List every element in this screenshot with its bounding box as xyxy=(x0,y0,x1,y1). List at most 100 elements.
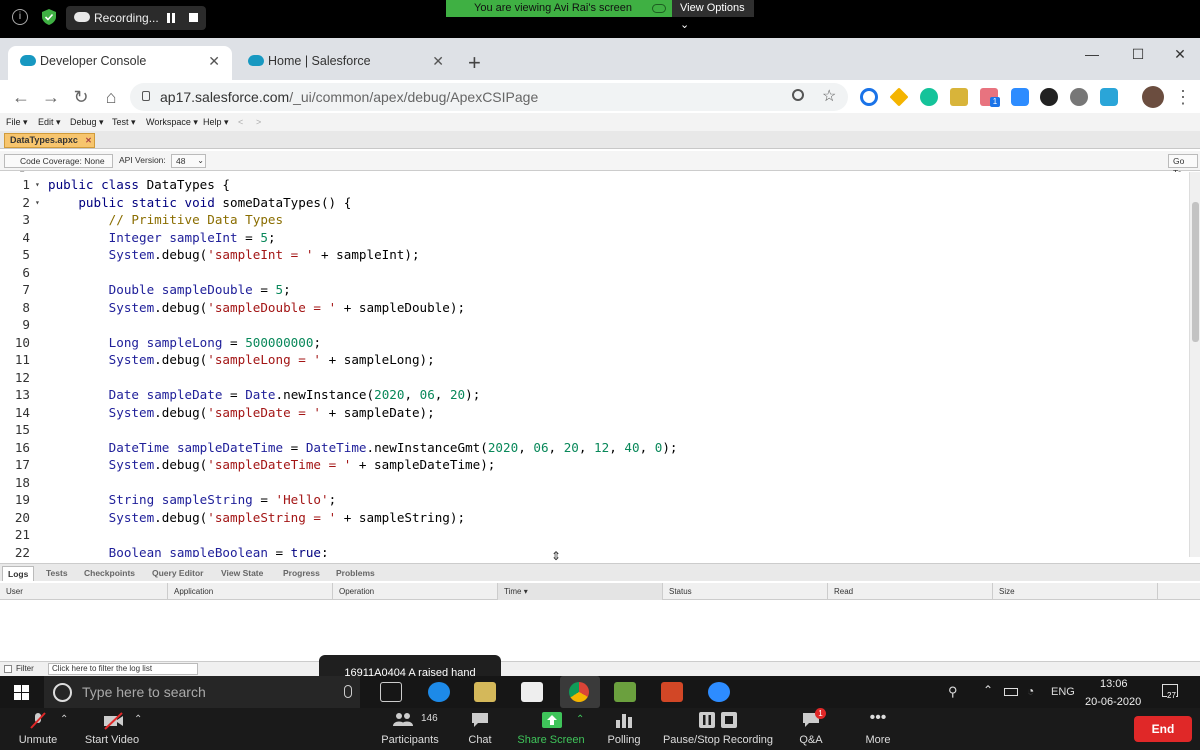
code-line[interactable]: 21 xyxy=(0,526,1180,544)
grammarly-icon[interactable] xyxy=(920,88,938,106)
share-options-chevron-icon[interactable]: ⌃ xyxy=(576,714,584,725)
edge-icon[interactable] xyxy=(428,682,450,702)
video-options-chevron-icon[interactable]: ⌃ xyxy=(134,714,142,725)
code-line[interactable]: 16 DateTime sampleDateTime = DateTime.ne… xyxy=(0,439,1180,457)
code-line[interactable]: 11 System.debug('sampleLong = ' + sample… xyxy=(0,351,1180,369)
api-version-select[interactable]: 48 ⌄ xyxy=(171,154,206,168)
powerpoint-icon[interactable] xyxy=(661,682,683,702)
code-line[interactable]: 19 String sampleString = 'Hello'; xyxy=(0,491,1180,509)
windows-start-icon[interactable] xyxy=(14,685,29,700)
code-line[interactable]: 4 Integer sampleInt = 5; xyxy=(0,229,1180,247)
menu-file[interactable]: File ▾ xyxy=(6,117,28,128)
address-bar[interactable]: ap17.salesforce.com/_ui/common/apex/debu… xyxy=(130,83,848,111)
notepad-icon[interactable] xyxy=(614,682,636,702)
code-line[interactable]: 22 Boolean sampleBoolean = true; xyxy=(0,544,1180,558)
filter-input[interactable]: Click here to filter the log list xyxy=(48,663,198,675)
menu-debug[interactable]: Debug ▾ xyxy=(70,117,104,128)
editor-scrollbar[interactable] xyxy=(1189,172,1200,557)
code-line[interactable]: 8 System.debug('sampleDouble = ' + sampl… xyxy=(0,299,1180,317)
fold-arrow-icon[interactable]: ▾ xyxy=(35,194,40,212)
back-icon[interactable]: ← xyxy=(10,86,32,108)
column-operation[interactable]: Operation xyxy=(333,583,498,600)
kebab-menu-icon[interactable]: ⋮ xyxy=(1172,86,1194,108)
column-application[interactable]: Application xyxy=(168,583,333,600)
extension-t-icon[interactable] xyxy=(1040,88,1058,106)
code-line[interactable]: 5 System.debug('sampleInt = ' + sampleIn… xyxy=(0,246,1180,264)
scroll-thumb[interactable] xyxy=(1192,202,1199,342)
code-line[interactable]: 7 Double sampleDouble = 5; xyxy=(0,281,1180,299)
clock-date[interactable]: 20-06-2020 xyxy=(1085,696,1141,708)
code-line[interactable]: 10 Long sampleLong = 500000000; xyxy=(0,334,1180,352)
column-read[interactable]: Read xyxy=(828,583,993,600)
file-explorer-icon[interactable] xyxy=(474,682,496,702)
code-line[interactable]: 13 Date sampleDate = Date.newInstance(20… xyxy=(0,386,1180,404)
pause-recording-icon[interactable] xyxy=(167,13,175,23)
code-line[interactable]: 20 System.debug('sampleString = ' + samp… xyxy=(0,509,1180,527)
chrome-taskbar-button[interactable] xyxy=(560,676,600,708)
code-line[interactable]: 3 // Primitive Data Types xyxy=(0,211,1180,229)
clock-time[interactable]: 13:06 xyxy=(1100,678,1128,690)
people-icon[interactable]: ⚲ xyxy=(948,684,958,700)
column-size[interactable]: Size xyxy=(993,583,1158,600)
google-drive-icon[interactable] xyxy=(889,87,909,107)
code-line[interactable]: 1 ▾ public class DataTypes { xyxy=(0,176,1180,194)
unmute-button[interactable]: Unmute xyxy=(12,708,64,750)
go-to-button[interactable]: Go To xyxy=(1168,154,1198,178)
notification-center-icon[interactable]: 27 xyxy=(1162,684,1178,700)
code-line[interactable]: 2 ▾ public static void someDataTypes() { xyxy=(0,194,1180,212)
tab-developer-console[interactable]: Developer Console ✕ xyxy=(8,46,232,84)
menu-edit[interactable]: Edit ▾ xyxy=(38,117,61,128)
home-icon[interactable]: ⌂ xyxy=(100,86,122,108)
nav-forward-button[interactable]: > xyxy=(256,117,261,127)
filter-checkbox[interactable] xyxy=(4,665,12,673)
tab-home-salesforce[interactable]: Home | Salesforce ✕ xyxy=(236,46,456,82)
code-editor[interactable]: 1 ▾ public class DataTypes {2 ▾ public stat… xyxy=(0,172,1200,557)
fold-arrow-icon[interactable]: ▾ xyxy=(35,176,40,194)
tab-tests[interactable]: Tests xyxy=(41,566,73,581)
menu-workspace[interactable]: Workspace ▾ xyxy=(146,117,198,128)
info-icon[interactable]: i xyxy=(12,9,28,25)
zoom-extension-icon[interactable] xyxy=(1011,88,1029,106)
file-tab[interactable]: DataTypes.apxc ✕ xyxy=(4,133,95,148)
column-time[interactable]: Time ▾ xyxy=(498,583,663,600)
code-coverage-dropdown[interactable]: Code Coverage: None ▾ xyxy=(4,154,113,178)
tab-query-editor[interactable]: Query Editor xyxy=(147,566,208,581)
microphone-icon[interactable] xyxy=(344,685,352,698)
mail-icon[interactable] xyxy=(521,682,543,702)
polling-button[interactable]: Polling xyxy=(604,708,644,750)
chat-button[interactable]: Chat xyxy=(460,708,500,750)
tab-view-state[interactable]: View State xyxy=(216,566,268,581)
tab-progress[interactable]: Progress xyxy=(278,566,325,581)
extension-puzzle-icon[interactable]: 1 xyxy=(980,88,1000,107)
stop-recording-icon[interactable] xyxy=(189,13,198,22)
recording-indicator[interactable]: Recording... xyxy=(66,6,206,30)
avatar[interactable] xyxy=(1142,86,1164,108)
nav-back-button[interactable]: < xyxy=(238,117,243,127)
language-indicator[interactable]: ENG xyxy=(1051,686,1075,698)
task-view-icon[interactable] xyxy=(380,682,402,702)
salesforce-extension-icon[interactable] xyxy=(1100,88,1118,106)
menu-help[interactable]: Help ▾ xyxy=(203,117,229,128)
battery-icon[interactable] xyxy=(1004,688,1018,696)
close-tab-icon[interactable]: ✕ xyxy=(432,46,444,76)
star-icon[interactable]: ☆ xyxy=(822,86,836,106)
end-meeting-button[interactable]: End xyxy=(1134,716,1192,742)
shield-icon[interactable] xyxy=(40,9,58,27)
column-user[interactable]: User xyxy=(0,583,168,600)
menu-test[interactable]: Test ▾ xyxy=(112,117,136,128)
minimize-icon[interactable]: — xyxy=(1072,42,1112,66)
close-tab-icon[interactable]: ✕ xyxy=(208,46,220,76)
code-line[interactable]: 17 System.debug('sampleDateTime = ' + sa… xyxy=(0,456,1180,474)
extension-ghost-icon[interactable] xyxy=(1070,88,1088,106)
tab-problems[interactable]: Problems xyxy=(331,566,380,581)
zoom-app-icon[interactable] xyxy=(708,682,730,702)
start-video-button[interactable]: Start Video xyxy=(82,708,142,750)
audio-options-chevron-icon[interactable]: ⌃ xyxy=(60,714,68,725)
more-button[interactable]: ••• More xyxy=(858,708,898,750)
search-icon[interactable] xyxy=(792,89,804,101)
column-status[interactable]: Status xyxy=(663,583,828,600)
tab-logs[interactable]: Logs xyxy=(2,566,35,581)
forward-icon[interactable]: → xyxy=(40,86,62,108)
code-line[interactable]: 15 xyxy=(0,421,1180,439)
reload-icon[interactable]: ↻ xyxy=(70,86,92,108)
